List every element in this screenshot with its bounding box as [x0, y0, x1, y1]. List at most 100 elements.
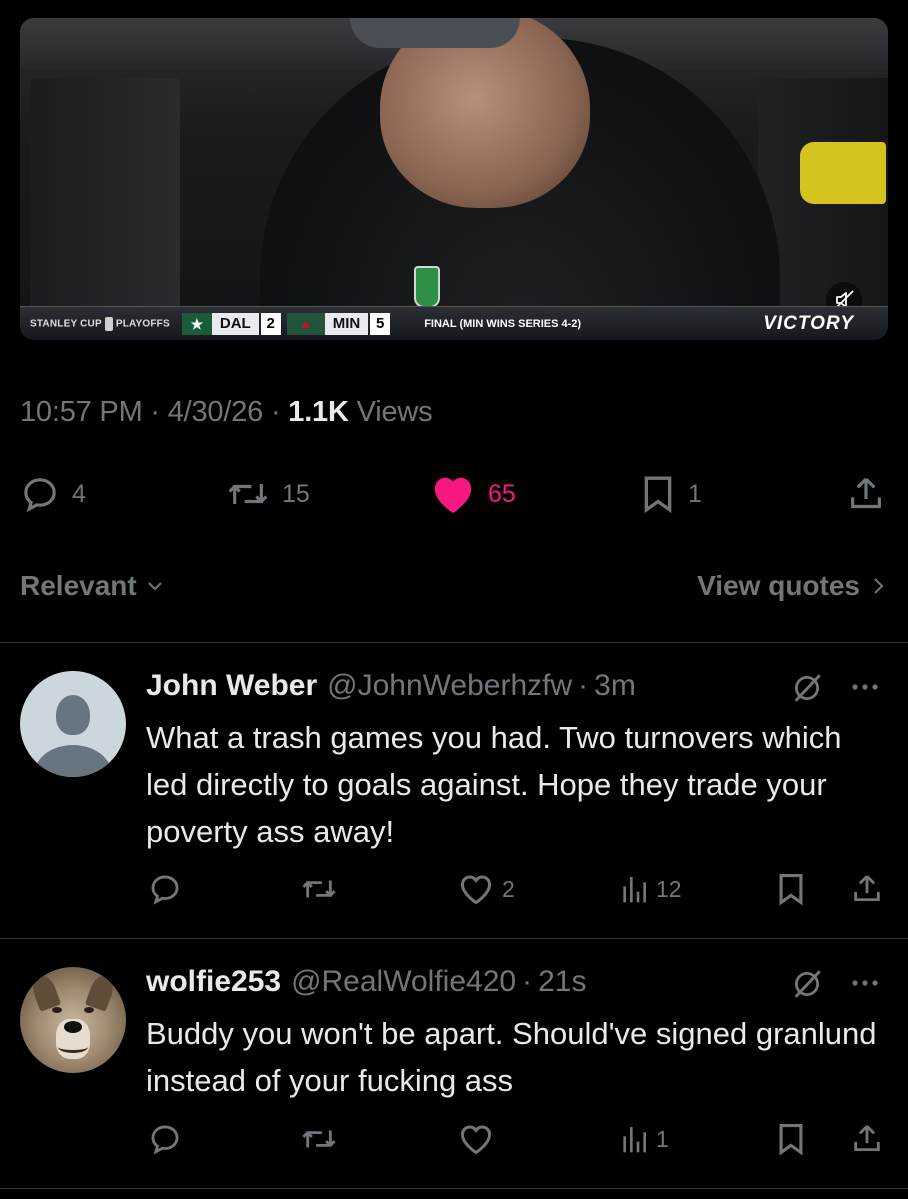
reply-button[interactable] — [148, 1119, 182, 1159]
share-button[interactable] — [846, 470, 886, 518]
avatar-wolf-ear — [84, 972, 118, 1012]
more-button[interactable] — [848, 677, 882, 702]
scorebug-team-dal: ★ DAL 2 — [181, 312, 281, 335]
views-count: 1.1K — [288, 396, 349, 428]
video-frame-helmet — [800, 142, 886, 204]
scorebug-team-min: ▲ MIN 5 — [286, 312, 391, 335]
share-button[interactable] — [850, 1119, 884, 1159]
reply-button[interactable] — [148, 869, 182, 909]
hoodie-logo — [414, 266, 440, 308]
more-button[interactable] — [848, 973, 882, 998]
meta-separator: · — [150, 396, 160, 428]
game-status: FINAL (MIN WINS SERIES 4-2) — [424, 317, 582, 330]
bookmark-count: 1 — [688, 479, 702, 508]
post-actions: 4 15 65 1 — [20, 470, 888, 518]
video-player[interactable]: STANLEY CUP PLAYOFFS ★ DAL 2 ▲ MIN 5 FINA… — [20, 18, 888, 340]
more-dots-icon — [852, 980, 878, 986]
chevron-down-icon — [148, 582, 162, 591]
bookmark-icon — [779, 1123, 803, 1156]
share-icon — [851, 477, 881, 509]
stanley-cup-icon — [104, 316, 113, 331]
reply-author-handle[interactable]: @RealWolfie420 — [291, 965, 516, 999]
share-icon — [854, 875, 880, 902]
reply-header: wolfie253 @RealWolfie420 · 21s — [146, 965, 586, 999]
meta-separator: · — [270, 396, 281, 428]
repost-button[interactable] — [300, 869, 338, 909]
scorebug-series: STANLEY CUP PLAYOFFS — [20, 316, 176, 331]
dal-star-icon: ★ — [181, 312, 212, 335]
avatar-wolf-ear — [28, 972, 62, 1012]
repost-count: 15 — [282, 479, 310, 508]
team1-abbr: DAL — [211, 312, 259, 335]
avatar[interactable] — [20, 671, 126, 777]
repost-icon — [228, 484, 268, 504]
reply-author-name[interactable]: John Weber — [146, 669, 317, 703]
replies-sort-row: Relevant View quotes — [20, 570, 888, 606]
chevron-right-icon — [874, 578, 884, 594]
heart-filled-icon — [434, 477, 472, 514]
bookmark-icon — [644, 476, 672, 514]
reply-item[interactable]: wolfie253 @RealWolfie420 · 21s Buddy you… — [0, 939, 908, 1189]
like-button[interactable]: 65 — [430, 470, 516, 518]
views-button[interactable]: 12 — [620, 869, 682, 909]
team2-score: 5 — [370, 312, 391, 335]
avatar-default-head — [56, 695, 90, 735]
reply-header: John Weber @JohnWeberhzfw · 3m — [146, 669, 636, 703]
bookmark-button[interactable]: 1 — [640, 470, 702, 518]
sort-dropdown[interactable]: Relevant — [20, 570, 165, 602]
avatar-wolf-eye — [84, 1007, 94, 1013]
share-button[interactable] — [850, 869, 884, 909]
view-quotes-link[interactable]: View quotes — [697, 570, 888, 602]
reply-author-name[interactable]: wolfie253 — [146, 965, 281, 999]
reply-like-count: 2 — [502, 875, 515, 902]
avatar-default-body — [34, 745, 112, 777]
avatar-wolf-eye — [52, 1007, 62, 1013]
like-count: 65 — [488, 479, 516, 508]
analytics-icon — [623, 877, 646, 903]
post-time[interactable]: 10:57 PM — [20, 396, 143, 428]
video-frame-cap — [350, 18, 520, 48]
heart-icon — [460, 875, 492, 905]
reply-icon — [151, 875, 179, 905]
share-icon — [854, 1125, 880, 1152]
min-wild-icon: ▲ — [286, 312, 325, 335]
bookmark-icon — [779, 873, 803, 906]
scorebug: STANLEY CUP PLAYOFFS ★ DAL 2 ▲ MIN 5 FINA… — [20, 306, 888, 340]
grok-button[interactable] — [790, 967, 824, 1006]
like-button[interactable] — [458, 1119, 502, 1159]
repost-icon — [302, 880, 336, 898]
grok-icon — [794, 970, 821, 998]
avatar[interactable] — [20, 967, 126, 1073]
avatar-wolf-nose — [64, 1021, 82, 1033]
bookmark-button[interactable] — [776, 869, 806, 909]
team2-abbr: MIN — [324, 312, 369, 335]
reply-time[interactable]: 21s — [538, 965, 586, 999]
reply-time[interactable]: 3m — [594, 669, 636, 703]
reply-actions: 2 12 — [146, 869, 888, 909]
reply-count: 4 — [72, 479, 86, 508]
repost-button[interactable]: 15 — [226, 470, 310, 518]
team1-score: 2 — [260, 312, 281, 335]
views-button[interactable]: 1 — [620, 1119, 669, 1159]
heart-icon — [460, 1125, 492, 1155]
repost-button[interactable] — [300, 1119, 338, 1159]
view-quotes-label: View quotes — [697, 570, 860, 601]
repost-icon — [302, 1130, 336, 1148]
reply-button[interactable]: 4 — [20, 470, 86, 518]
reply-item[interactable]: John Weber @JohnWeberhzfw · 3m What a tr… — [0, 643, 908, 939]
divider — [0, 1188, 908, 1189]
more-dots-icon — [852, 684, 878, 690]
post-date[interactable]: 4/30/26 — [168, 396, 264, 428]
reply-author-handle[interactable]: @JohnWeberhzfw — [327, 669, 572, 703]
meta-separator: · — [578, 669, 589, 702]
analytics-icon — [623, 1127, 646, 1153]
reply-text: What a trash games you had. Two turnover… — [146, 720, 842, 849]
sort-label: Relevant — [20, 570, 137, 601]
like-button[interactable]: 2 — [458, 869, 515, 909]
scorebug-series-label: STANLEY CUP — [30, 318, 102, 330]
meta-separator: · — [522, 965, 533, 998]
scorebug-playoffs-label: PLAYOFFS — [115, 318, 170, 330]
views-label: Views — [356, 396, 433, 428]
grok-button[interactable] — [790, 671, 824, 710]
bookmark-button[interactable] — [776, 1119, 806, 1159]
